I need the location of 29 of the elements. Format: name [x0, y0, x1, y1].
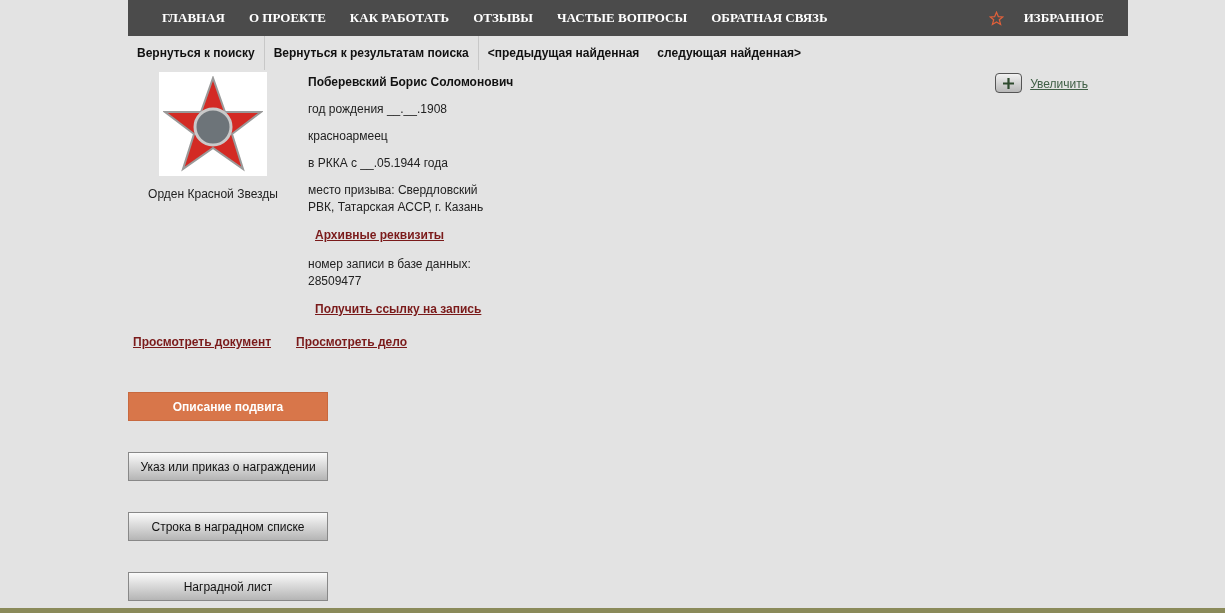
section-button[interactable]: Строка в наградном списке: [128, 512, 328, 541]
person-name: Поберевский Борис Соломонович: [308, 74, 515, 91]
subnav-link[interactable]: <предыдущая найденная: [483, 44, 644, 62]
document-link[interactable]: Просмотреть дело: [296, 333, 407, 351]
nav-link[interactable]: КАК РАБОТАТЬ: [337, 8, 462, 28]
record-link[interactable]: Получить ссылку на запись: [315, 300, 482, 318]
plus-icon: [1003, 77, 1015, 89]
nav-link[interactable]: О ПРОЕКТЕ: [236, 8, 338, 28]
zoom-in-button[interactable]: [995, 73, 1023, 93]
record-text: красноармеец: [308, 128, 389, 145]
award-caption: Орден Красной Звезды: [148, 186, 278, 203]
nav-link[interactable]: ЧАСТЫЕ ВОПРОСЫ: [545, 8, 700, 28]
record-link[interactable]: Архивные реквизиты: [315, 226, 444, 244]
zoom-link[interactable]: Увеличить: [1030, 75, 1088, 93]
nav-link[interactable]: ГЛАВНАЯ: [150, 8, 237, 28]
record-text: в РККА с __.05.1944 года: [308, 155, 449, 172]
subnav-link[interactable]: Вернуться к поиску: [133, 44, 259, 62]
star-icon[interactable]: [988, 10, 1004, 26]
section-button[interactable]: Указ или приказ о награждении: [128, 452, 328, 481]
subnav-link[interactable]: Вернуться к результатам поиска: [269, 44, 473, 62]
record-text: год рождения __.__.1908: [308, 101, 448, 118]
subnav-link[interactable]: следующая найденная>: [653, 44, 805, 62]
document-link[interactable]: Просмотреть документ: [133, 333, 271, 351]
nav-link[interactable]: ОТЗЫВЫ: [461, 8, 545, 28]
favorites-link[interactable]: ИЗБРАННОЕ: [1023, 8, 1104, 28]
nav-link[interactable]: ОБРАТНАЯ СВЯЗЬ: [699, 8, 840, 28]
section-button[interactable]: Наградной лист: [128, 572, 328, 601]
record-text: номер записи в базе данных: 28509477: [308, 256, 472, 290]
record-text: место призыва: Свердловский РВК, Татарская АССР, г. Казань: [308, 182, 485, 216]
